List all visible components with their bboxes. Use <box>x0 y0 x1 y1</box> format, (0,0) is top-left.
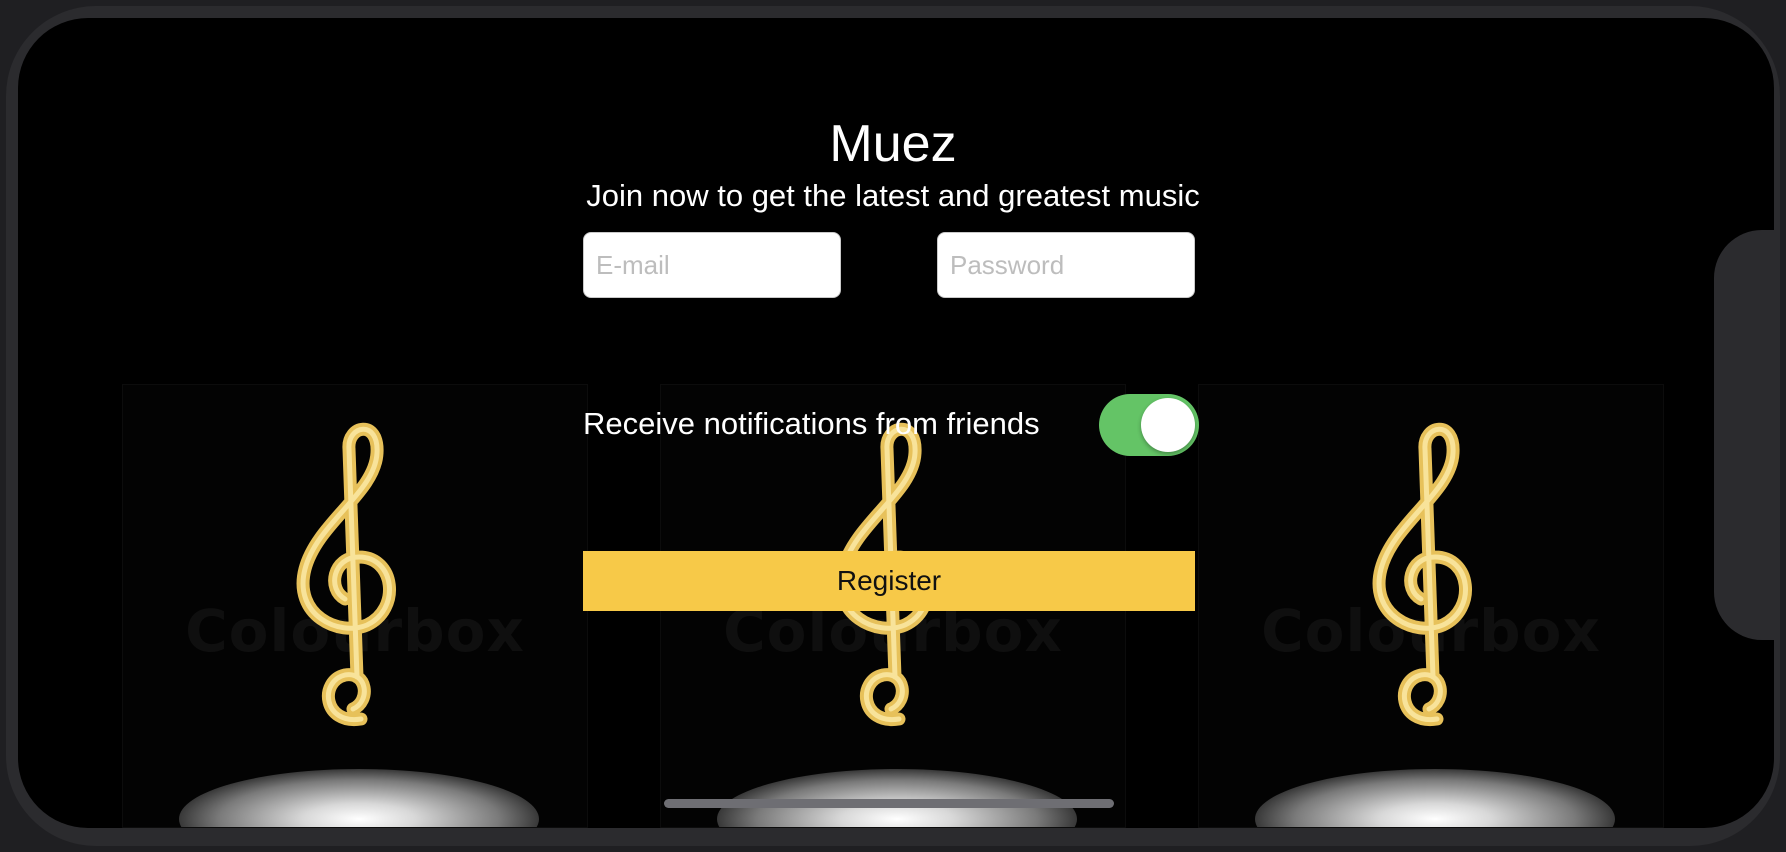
app-subtitle: Join now to get the latest and greatest … <box>586 178 1200 213</box>
treble-clef-icon <box>1372 422 1472 726</box>
app-title: Muez <box>829 115 957 173</box>
spotlight <box>1255 769 1615 827</box>
notifications-label: Receive notifications from friends <box>583 406 1040 441</box>
toggle-knob <box>1141 398 1195 452</box>
notifications-toggle[interactable] <box>1099 394 1199 456</box>
background-image-tile-right: Colourbox <box>1198 384 1664 828</box>
password-field[interactable] <box>937 232 1195 298</box>
spotlight <box>179 769 539 827</box>
device-notch <box>1714 230 1774 640</box>
home-indicator[interactable] <box>664 799 1114 808</box>
email-field[interactable] <box>583 232 841 298</box>
treble-clef-icon <box>296 422 396 726</box>
background-image-tile-left: Colourbox <box>122 384 588 828</box>
register-button[interactable]: Register <box>583 551 1195 611</box>
